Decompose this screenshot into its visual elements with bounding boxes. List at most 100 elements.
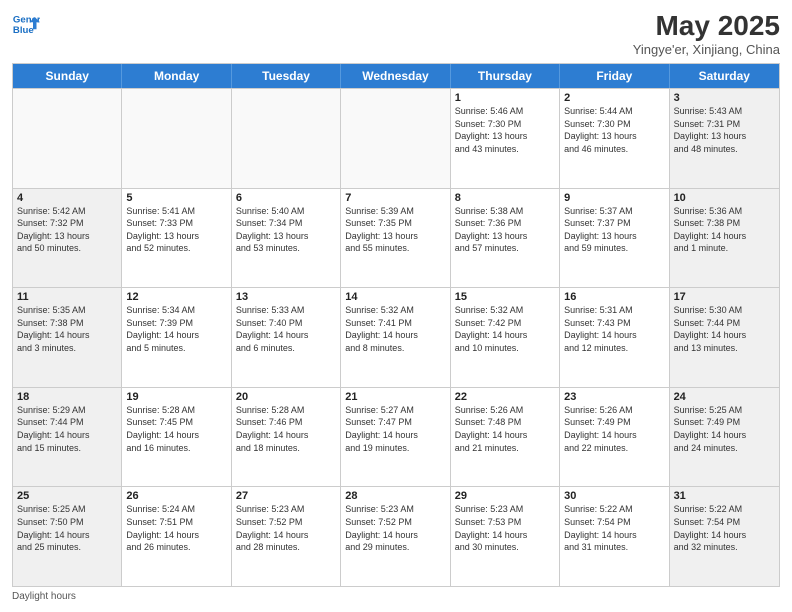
day-info: Sunrise: 5:29 AM Sunset: 7:44 PM Dayligh… [17, 404, 117, 454]
calendar-header-cell: Friday [560, 64, 669, 88]
calendar-cell: 13Sunrise: 5:33 AM Sunset: 7:40 PM Dayli… [232, 288, 341, 387]
calendar-cell [122, 89, 231, 188]
day-info: Sunrise: 5:44 AM Sunset: 7:30 PM Dayligh… [564, 105, 664, 155]
day-info: Sunrise: 5:28 AM Sunset: 7:46 PM Dayligh… [236, 404, 336, 454]
day-number: 28 [345, 490, 445, 502]
day-info: Sunrise: 5:22 AM Sunset: 7:54 PM Dayligh… [564, 503, 664, 553]
calendar-cell: 7Sunrise: 5:39 AM Sunset: 7:35 PM Daylig… [341, 189, 450, 288]
logo-icon: General Blue [12, 10, 40, 38]
day-number: 25 [17, 490, 117, 502]
day-info: Sunrise: 5:28 AM Sunset: 7:45 PM Dayligh… [126, 404, 226, 454]
day-number: 12 [126, 291, 226, 303]
calendar-cell: 8Sunrise: 5:38 AM Sunset: 7:36 PM Daylig… [451, 189, 560, 288]
day-number: 26 [126, 490, 226, 502]
calendar-cell: 29Sunrise: 5:23 AM Sunset: 7:53 PM Dayli… [451, 487, 560, 586]
day-number: 17 [674, 291, 775, 303]
day-info: Sunrise: 5:37 AM Sunset: 7:37 PM Dayligh… [564, 205, 664, 255]
main-title: May 2025 [633, 10, 780, 42]
day-info: Sunrise: 5:43 AM Sunset: 7:31 PM Dayligh… [674, 105, 775, 155]
calendar-cell: 10Sunrise: 5:36 AM Sunset: 7:38 PM Dayli… [670, 189, 779, 288]
calendar-cell: 16Sunrise: 5:31 AM Sunset: 7:43 PM Dayli… [560, 288, 669, 387]
calendar-header: SundayMondayTuesdayWednesdayThursdayFrid… [13, 64, 779, 88]
calendar-cell: 11Sunrise: 5:35 AM Sunset: 7:38 PM Dayli… [13, 288, 122, 387]
day-info: Sunrise: 5:35 AM Sunset: 7:38 PM Dayligh… [17, 304, 117, 354]
day-info: Sunrise: 5:46 AM Sunset: 7:30 PM Dayligh… [455, 105, 555, 155]
day-number: 8 [455, 192, 555, 204]
day-info: Sunrise: 5:42 AM Sunset: 7:32 PM Dayligh… [17, 205, 117, 255]
calendar-header-cell: Saturday [670, 64, 779, 88]
day-number: 18 [17, 391, 117, 403]
day-info: Sunrise: 5:23 AM Sunset: 7:52 PM Dayligh… [345, 503, 445, 553]
calendar-cell [13, 89, 122, 188]
calendar-cell: 28Sunrise: 5:23 AM Sunset: 7:52 PM Dayli… [341, 487, 450, 586]
day-number: 27 [236, 490, 336, 502]
calendar-cell: 12Sunrise: 5:34 AM Sunset: 7:39 PM Dayli… [122, 288, 231, 387]
calendar-cell: 18Sunrise: 5:29 AM Sunset: 7:44 PM Dayli… [13, 388, 122, 487]
day-info: Sunrise: 5:26 AM Sunset: 7:48 PM Dayligh… [455, 404, 555, 454]
day-info: Sunrise: 5:38 AM Sunset: 7:36 PM Dayligh… [455, 205, 555, 255]
calendar-cell: 27Sunrise: 5:23 AM Sunset: 7:52 PM Dayli… [232, 487, 341, 586]
day-number: 24 [674, 391, 775, 403]
calendar-cell: 2Sunrise: 5:44 AM Sunset: 7:30 PM Daylig… [560, 89, 669, 188]
footer-text: Daylight hours [12, 591, 76, 602]
day-number: 22 [455, 391, 555, 403]
day-info: Sunrise: 5:32 AM Sunset: 7:42 PM Dayligh… [455, 304, 555, 354]
page: General Blue May 2025 Yingye'er, Xinjian… [0, 0, 792, 612]
calendar-cell: 25Sunrise: 5:25 AM Sunset: 7:50 PM Dayli… [13, 487, 122, 586]
calendar-header-cell: Wednesday [341, 64, 450, 88]
day-number: 1 [455, 92, 555, 104]
calendar-row: 25Sunrise: 5:25 AM Sunset: 7:50 PM Dayli… [13, 486, 779, 586]
day-number: 10 [674, 192, 775, 204]
calendar-cell: 21Sunrise: 5:27 AM Sunset: 7:47 PM Dayli… [341, 388, 450, 487]
calendar-cell: 14Sunrise: 5:32 AM Sunset: 7:41 PM Dayli… [341, 288, 450, 387]
calendar-row: 11Sunrise: 5:35 AM Sunset: 7:38 PM Dayli… [13, 287, 779, 387]
day-number: 16 [564, 291, 664, 303]
day-number: 11 [17, 291, 117, 303]
day-number: 5 [126, 192, 226, 204]
day-info: Sunrise: 5:25 AM Sunset: 7:49 PM Dayligh… [674, 404, 775, 454]
calendar-cell [341, 89, 450, 188]
day-number: 9 [564, 192, 664, 204]
calendar-cell: 3Sunrise: 5:43 AM Sunset: 7:31 PM Daylig… [670, 89, 779, 188]
day-number: 6 [236, 192, 336, 204]
day-info: Sunrise: 5:34 AM Sunset: 7:39 PM Dayligh… [126, 304, 226, 354]
day-info: Sunrise: 5:39 AM Sunset: 7:35 PM Dayligh… [345, 205, 445, 255]
day-info: Sunrise: 5:40 AM Sunset: 7:34 PM Dayligh… [236, 205, 336, 255]
calendar-header-cell: Thursday [451, 64, 560, 88]
calendar-cell: 24Sunrise: 5:25 AM Sunset: 7:49 PM Dayli… [670, 388, 779, 487]
day-info: Sunrise: 5:24 AM Sunset: 7:51 PM Dayligh… [126, 503, 226, 553]
calendar-cell: 26Sunrise: 5:24 AM Sunset: 7:51 PM Dayli… [122, 487, 231, 586]
calendar-body: 1Sunrise: 5:46 AM Sunset: 7:30 PM Daylig… [13, 88, 779, 586]
footer: Daylight hours [12, 591, 780, 602]
logo: General Blue [12, 10, 40, 38]
day-info: Sunrise: 5:33 AM Sunset: 7:40 PM Dayligh… [236, 304, 336, 354]
day-number: 13 [236, 291, 336, 303]
calendar-cell: 31Sunrise: 5:22 AM Sunset: 7:54 PM Dayli… [670, 487, 779, 586]
calendar-cell: 23Sunrise: 5:26 AM Sunset: 7:49 PM Dayli… [560, 388, 669, 487]
calendar-cell: 17Sunrise: 5:30 AM Sunset: 7:44 PM Dayli… [670, 288, 779, 387]
day-number: 2 [564, 92, 664, 104]
calendar-header-cell: Monday [122, 64, 231, 88]
day-number: 14 [345, 291, 445, 303]
calendar-cell: 6Sunrise: 5:40 AM Sunset: 7:34 PM Daylig… [232, 189, 341, 288]
day-number: 19 [126, 391, 226, 403]
day-info: Sunrise: 5:23 AM Sunset: 7:52 PM Dayligh… [236, 503, 336, 553]
day-info: Sunrise: 5:30 AM Sunset: 7:44 PM Dayligh… [674, 304, 775, 354]
day-number: 3 [674, 92, 775, 104]
day-info: Sunrise: 5:26 AM Sunset: 7:49 PM Dayligh… [564, 404, 664, 454]
svg-text:Blue: Blue [13, 25, 34, 36]
day-number: 30 [564, 490, 664, 502]
calendar-cell: 30Sunrise: 5:22 AM Sunset: 7:54 PM Dayli… [560, 487, 669, 586]
day-number: 7 [345, 192, 445, 204]
title-block: May 2025 Yingye'er, Xinjiang, China [633, 10, 780, 57]
day-number: 23 [564, 391, 664, 403]
day-info: Sunrise: 5:23 AM Sunset: 7:53 PM Dayligh… [455, 503, 555, 553]
day-info: Sunrise: 5:22 AM Sunset: 7:54 PM Dayligh… [674, 503, 775, 553]
calendar-header-cell: Sunday [13, 64, 122, 88]
calendar-cell: 4Sunrise: 5:42 AM Sunset: 7:32 PM Daylig… [13, 189, 122, 288]
day-number: 15 [455, 291, 555, 303]
calendar-row: 18Sunrise: 5:29 AM Sunset: 7:44 PM Dayli… [13, 387, 779, 487]
calendar-cell: 5Sunrise: 5:41 AM Sunset: 7:33 PM Daylig… [122, 189, 231, 288]
day-number: 21 [345, 391, 445, 403]
calendar-cell: 20Sunrise: 5:28 AM Sunset: 7:46 PM Dayli… [232, 388, 341, 487]
